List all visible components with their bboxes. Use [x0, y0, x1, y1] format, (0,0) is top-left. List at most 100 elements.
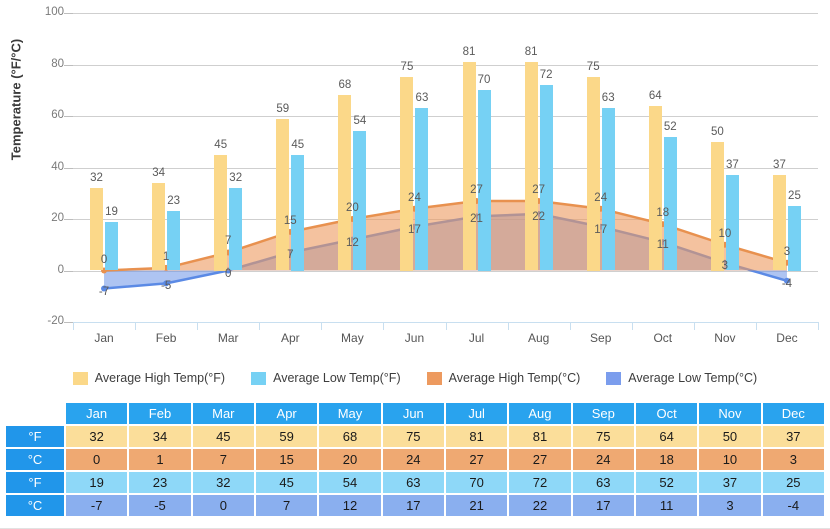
- bar-low-f-aug: [539, 85, 553, 271]
- y-axis-tick-label: 40: [51, 160, 64, 173]
- point-low-c-jul-label: 21: [470, 213, 483, 226]
- temperature-chart: Temperature (°F/°C) 32 19 34 23 45 32 59 45 68 54…: [0, 0, 830, 400]
- bar-high-f-may-label: 68: [338, 79, 352, 92]
- table-header-sep: Sep: [572, 403, 634, 424]
- table-cell-2-feb: 23: [129, 472, 191, 493]
- point-high-c-jan-label: 0: [100, 253, 108, 266]
- table-cell-2-aug: 72: [509, 472, 571, 493]
- table-cell-2-oct: 52: [635, 472, 698, 493]
- x-axis-label-aug: Aug: [527, 331, 550, 345]
- bar-high-f-aug: [524, 61, 538, 271]
- point-low-c-dec-label: -4: [781, 277, 793, 290]
- bar-low-f-dec-label: 25: [788, 190, 801, 203]
- legend-label: Average Low Temp(°C): [628, 371, 758, 385]
- table-cell-1-jan: 0: [66, 449, 128, 470]
- x-axis-tick-mark: [445, 322, 447, 330]
- table-cell-0-jan: 32: [66, 426, 128, 447]
- table-cell-3-jan: -7: [66, 495, 128, 516]
- bar-low-f-jun-label: 63: [415, 92, 429, 105]
- bar-high-f-oct-label: 64: [648, 89, 662, 102]
- table-cell-0-nov: 50: [699, 426, 761, 447]
- table-corner-cell: [6, 403, 64, 424]
- bar-low-f-jan-label: 19: [105, 205, 118, 218]
- table-cell-3-jul: 21: [445, 495, 508, 516]
- legend-item-3[interactable]: Average Low Temp(°C): [606, 371, 757, 385]
- table-header-mar: Mar: [192, 403, 254, 424]
- table-cell-0-apr: 59: [255, 426, 318, 447]
- bar-high-f-apr-label: 59: [276, 102, 290, 115]
- x-axis-label-may: May: [341, 331, 364, 345]
- y-axis-tick-mark: [64, 270, 73, 272]
- x-axis-tick-mark: [507, 322, 509, 330]
- chart-legend: Average High Temp(°F) Average Low Temp(°F…: [0, 365, 830, 391]
- table-body: °F 32 34 45 59 68 75 81 81 75 64 50 37 °C 0 1 7 15 20 24 27 2…: [6, 426, 824, 516]
- point-low-c-apr-label: 7: [287, 249, 294, 262]
- table-header-jan: Jan: [66, 403, 128, 424]
- table-row: °F 19 23 32 45 54 63 70 72 63 52 37 25: [6, 472, 824, 493]
- table-cell-3-may: 12: [319, 495, 381, 516]
- x-axis-label-jan: Jan: [94, 331, 114, 345]
- point-low-c-nov-label: 3: [721, 259, 729, 272]
- x-axis-label-jul: Jul: [468, 331, 485, 345]
- x-axis-tick-mark: [755, 322, 757, 330]
- x-axis-tick-mark: [569, 322, 571, 330]
- x-axis-tick-mark: [383, 322, 385, 330]
- bar-low-f-jun: [415, 108, 429, 271]
- y-axis-title: Temperature (°F/°C): [8, 38, 24, 161]
- legend-item-0[interactable]: Average High Temp(°F): [72, 371, 226, 385]
- x-axis-label-apr: Apr: [280, 331, 300, 345]
- table-cell-0-oct: 64: [635, 426, 698, 447]
- table-cell-3-mar: 0: [192, 495, 254, 516]
- table-header-dec: Dec: [762, 403, 824, 424]
- point-high-c-nov-label: 10: [718, 227, 732, 240]
- x-axis-label-feb: Feb: [155, 331, 177, 345]
- table-cell-0-jul: 81: [445, 426, 508, 447]
- point-low-c-jun-label: 17: [408, 223, 421, 236]
- legend-label: Average Low Temp(°F): [273, 371, 401, 385]
- x-axis-tick-mark: [321, 322, 323, 330]
- bar-low-f-jul: [477, 90, 491, 271]
- table-cell-1-apr: 15: [255, 449, 318, 470]
- bar-high-f-sep: [586, 77, 600, 271]
- point-low-c-jan-label: -7: [98, 285, 110, 298]
- point-low-c-aug-label: 22: [532, 210, 546, 223]
- bar-high-f-nov-label: 50: [710, 125, 724, 138]
- x-axis-tick-mark: [631, 322, 633, 330]
- x-axis-label-sep: Sep: [590, 331, 612, 345]
- bar-high-f-feb-label: 34: [152, 166, 166, 179]
- table-cell-1-dec: 3: [762, 449, 824, 470]
- point-high-c-may-label: 20: [345, 202, 359, 214]
- table-header-may: May: [319, 403, 381, 424]
- bar-low-f-feb-label: 23: [167, 195, 181, 208]
- table-cell-0-aug: 81: [509, 426, 571, 447]
- table-cell-1-oct: 18: [635, 449, 698, 470]
- x-axis-tick-mark: [259, 322, 261, 330]
- y-axis-tick-label: 60: [51, 109, 64, 121]
- legend-item-1[interactable]: Average Low Temp(°F): [251, 371, 401, 385]
- table-header-apr: Apr: [255, 403, 318, 424]
- bar-low-f-sep-label: 63: [601, 92, 615, 105]
- y-axis-tick-label: 100: [44, 6, 64, 18]
- table-row-label-1: °C: [6, 449, 64, 470]
- legend-item-2[interactable]: Average High Temp(°C): [426, 371, 580, 385]
- bar-low-f-aug-label: 72: [539, 69, 553, 82]
- table-cell-0-jun: 75: [382, 426, 444, 447]
- bar-low-f-may: [353, 131, 367, 271]
- y-axis-tick-mark: [64, 116, 73, 117]
- bar-high-f-jul-label: 81: [462, 45, 476, 58]
- table-cell-2-sep: 63: [572, 472, 634, 493]
- x-axis-label-dec: Dec: [776, 331, 798, 345]
- legend-swatch-icon: [606, 371, 622, 385]
- bar-low-f-oct-label: 52: [663, 120, 677, 133]
- table-cell-2-jun: 63: [382, 472, 444, 493]
- table-cell-3-aug: 22: [509, 495, 571, 516]
- point-low-c-oct-label: 11: [656, 239, 669, 252]
- legend-label: Average High Temp(°F): [94, 371, 226, 385]
- bar-high-f-jan-label: 32: [90, 172, 103, 185]
- bar-low-f-dec: [787, 206, 801, 271]
- table-cell-3-apr: 7: [255, 495, 318, 516]
- x-axis-tick-mark: [197, 322, 199, 330]
- legend-swatch-icon: [426, 371, 442, 385]
- y-axis-tick-label: 20: [51, 212, 64, 224]
- bar-high-f-jul: [462, 61, 476, 271]
